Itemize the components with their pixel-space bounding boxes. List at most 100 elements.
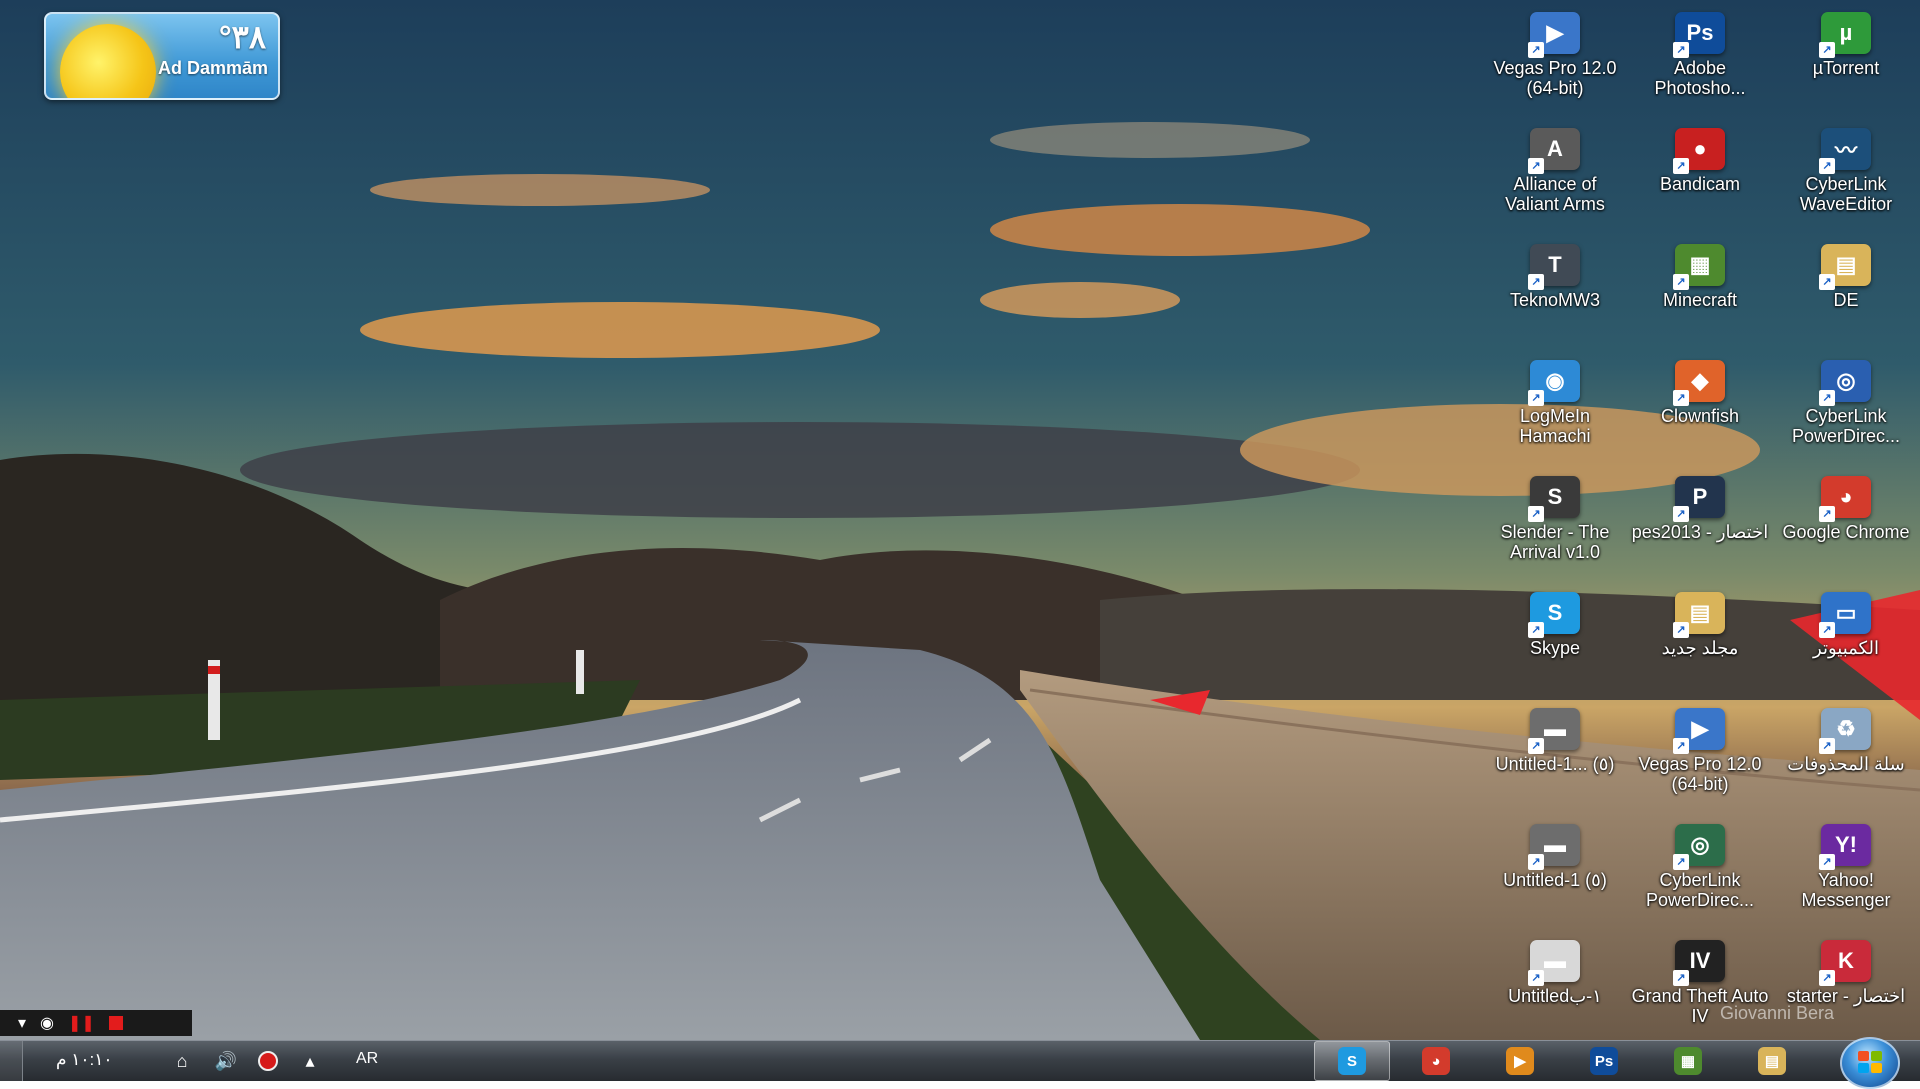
desktop-icon[interactable]: ▭ ↗ الكمبيوتر bbox=[1776, 586, 1916, 696]
bandicam-icon: ● ↗ bbox=[1673, 128, 1725, 174]
desktop-icon[interactable]: S ↗ Slender - The Arrival v1.0 bbox=[1485, 470, 1625, 580]
desktop-icon[interactable]: IV ↗ Grand Theft Auto IV bbox=[1630, 934, 1770, 1044]
taskbar-skype-button[interactable]: S bbox=[1314, 1041, 1390, 1081]
shortcut-arrow-icon: ↗ bbox=[1673, 854, 1689, 870]
desktop-icon-label: CyberLink WaveEditor bbox=[1799, 174, 1893, 214]
shortcut-arrow-icon: ↗ bbox=[1673, 738, 1689, 754]
desktop-icon[interactable]: ◕ ↗ Google Chrome bbox=[1776, 470, 1916, 580]
desktop-icon[interactable]: K ↗ starter - اختصار bbox=[1776, 934, 1916, 1044]
desktop-icon-label: Alliance of Valiant Arms bbox=[1505, 174, 1605, 214]
teknomw3-icon: T ↗ bbox=[1528, 244, 1580, 290]
waveeditor-icon: 〰 ↗ bbox=[1819, 128, 1871, 174]
shortcut-arrow-icon: ↗ bbox=[1673, 970, 1689, 986]
camera-icon[interactable]: ◉ bbox=[40, 1013, 54, 1033]
folder-icon: ▤ ↗ bbox=[1819, 244, 1871, 290]
powerdirector-icon: ◎ ↗ bbox=[1673, 824, 1725, 870]
taskbar-photoshop-button[interactable]: Ps bbox=[1566, 1041, 1642, 1081]
desktop-icon-label: Yahoo! Messenger bbox=[1801, 870, 1891, 910]
desktop-icon-label: Untitled-1 (٥) bbox=[1503, 870, 1607, 890]
shortcut-arrow-icon: ↗ bbox=[1528, 158, 1544, 174]
utorrent-icon: µ ↗ bbox=[1819, 12, 1871, 58]
taskbar-media-player-button[interactable]: ▶ bbox=[1482, 1041, 1558, 1081]
taskbar-minecraft-button[interactable]: ▦ bbox=[1650, 1041, 1726, 1081]
taskbar-chrome-button[interactable]: ◕ bbox=[1398, 1041, 1474, 1081]
desktop-icon[interactable]: ◎ ↗ CyberLink PowerDirec... bbox=[1630, 818, 1770, 928]
desktop-icon[interactable]: ▤ ↗ مجلد جديد bbox=[1630, 586, 1770, 696]
desktop-icon[interactable]: Ps ↗ Adobe Photosho... bbox=[1630, 6, 1770, 116]
shortcut-arrow-icon: ↗ bbox=[1673, 506, 1689, 522]
desktop-icon-label: Skype bbox=[1529, 638, 1581, 658]
language-indicator[interactable]: AR bbox=[356, 1050, 378, 1068]
desktop-icon[interactable]: ▤ ↗ DE bbox=[1776, 238, 1916, 348]
taskbar-explorer-button[interactable]: ▤ bbox=[1734, 1041, 1810, 1081]
desktop-icon[interactable]: A ↗ Alliance of Valiant Arms bbox=[1485, 122, 1625, 232]
explorer-icon: ▤ bbox=[1758, 1047, 1786, 1075]
desktop-icon-label: Slender - The Arrival v1.0 bbox=[1500, 522, 1610, 562]
shortcut-arrow-icon: ↗ bbox=[1819, 506, 1835, 522]
shortcut-arrow-icon: ↗ bbox=[1528, 390, 1544, 406]
desktop-icon[interactable]: ◎ ↗ CyberLink PowerDirec... bbox=[1776, 354, 1916, 464]
desktop-icon-label: Adobe Photosho... bbox=[1654, 58, 1746, 98]
desktop-icon[interactable]: ▬ ↗ Untitled١-ب bbox=[1485, 934, 1625, 1044]
desktop-icon-label: Untitled-1... (٥) bbox=[1495, 754, 1615, 774]
shortcut-arrow-icon: ↗ bbox=[1819, 738, 1835, 754]
desktop-icon[interactable]: P ↗ pes2013 - اختصار bbox=[1630, 470, 1770, 580]
pause-icon[interactable]: ❚❚ bbox=[68, 1013, 95, 1033]
media-player-icon: ▶ bbox=[1506, 1047, 1534, 1075]
shortcut-arrow-icon: ↗ bbox=[1528, 854, 1544, 870]
desktop-icon-label: pes2013 - اختصار bbox=[1631, 522, 1769, 542]
stop-icon[interactable] bbox=[108, 1016, 123, 1030]
desktop-icon[interactable]: ◉ ↗ LogMeIn Hamachi bbox=[1485, 354, 1625, 464]
volume-icon[interactable]: 🔊 bbox=[214, 1049, 238, 1073]
dropdown-icon[interactable]: ▾ bbox=[18, 1013, 26, 1033]
desktop-icon[interactable]: ▶ ↗ Vegas Pro 12.0 (64-bit) bbox=[1485, 6, 1625, 116]
recorder-toolbar: ▾ ◉ ❚❚ bbox=[0, 1010, 192, 1036]
minecraft-icon: ▦ ↗ bbox=[1673, 244, 1725, 290]
desktop-icon-grid: ▶ ↗ Vegas Pro 12.0 (64-bit) Ps ↗ Adobe Photos… bbox=[0, 0, 1920, 1040]
desktop-icon-label: Untitled١-ب bbox=[1508, 986, 1602, 1006]
untitled-file-icon: ▬ ↗ bbox=[1528, 824, 1580, 870]
chrome-icon: ◕ bbox=[1422, 1047, 1450, 1075]
taskbar-clock[interactable]: ١٠:١٠ م bbox=[56, 1050, 113, 1070]
windows-logo-icon bbox=[1858, 1051, 1882, 1073]
vegas-icon: ▶ ↗ bbox=[1528, 12, 1580, 58]
show-desktop-button[interactable] bbox=[0, 1041, 23, 1081]
desktop-icon[interactable]: ▦ ↗ Minecraft bbox=[1630, 238, 1770, 348]
desktop-icon[interactable]: µ ↗ µTorrent bbox=[1776, 6, 1916, 116]
desktop-icon[interactable]: ● ↗ Bandicam bbox=[1630, 122, 1770, 232]
desktop-icon-label: LogMeIn Hamachi bbox=[1519, 406, 1591, 446]
shortcut-arrow-icon: ↗ bbox=[1819, 970, 1835, 986]
shortcut-arrow-icon: ↗ bbox=[1673, 42, 1689, 58]
desktop-icon-label: الكمبيوتر bbox=[1813, 638, 1879, 658]
starter-icon: K ↗ bbox=[1819, 940, 1871, 986]
desktop-icon[interactable]: T ↗ TeknoMW3 bbox=[1485, 238, 1625, 348]
desktop-icon-label: DE bbox=[1833, 290, 1859, 310]
desktop-icon-label: CyberLink PowerDirec... bbox=[1791, 406, 1901, 446]
start-button[interactable] bbox=[1840, 1037, 1900, 1089]
ava-icon: A ↗ bbox=[1528, 128, 1580, 174]
shortcut-arrow-icon: ↗ bbox=[1528, 506, 1544, 522]
shortcut-arrow-icon: ↗ bbox=[1528, 622, 1544, 638]
desktop-icon[interactable]: ◆ ↗ Clownfish bbox=[1630, 354, 1770, 464]
minecraft-icon: ▦ bbox=[1674, 1047, 1702, 1075]
shortcut-arrow-icon: ↗ bbox=[1819, 42, 1835, 58]
desktop-icon[interactable]: ▬ ↗ Untitled-1... (٥) bbox=[1485, 702, 1625, 812]
desktop-icon[interactable]: ♻ ↗ سلة المحذوفات bbox=[1776, 702, 1916, 812]
clownfish-icon: ◆ ↗ bbox=[1673, 360, 1725, 406]
system-tray: ⌂ 🔊 ▴ bbox=[170, 1049, 322, 1073]
desktop-icon[interactable]: S ↗ Skype bbox=[1485, 586, 1625, 696]
bandicam-record-icon[interactable] bbox=[258, 1051, 278, 1071]
show-hidden-icon[interactable]: ▴ bbox=[298, 1049, 322, 1073]
slender-icon: S ↗ bbox=[1528, 476, 1580, 522]
shortcut-arrow-icon: ↗ bbox=[1819, 158, 1835, 174]
shortcut-arrow-icon: ↗ bbox=[1528, 970, 1544, 986]
desktop-icon[interactable]: ▬ ↗ Untitled-1 (٥) bbox=[1485, 818, 1625, 928]
desktop-icon-label: Vegas Pro 12.0 (64-bit) bbox=[1493, 58, 1617, 98]
desktop-icon[interactable]: ▶ ↗ Vegas Pro 12.0 (64-bit) bbox=[1630, 702, 1770, 812]
network-icon[interactable]: ⌂ bbox=[170, 1049, 194, 1073]
yahoo-messenger-icon: Y! ↗ bbox=[1819, 824, 1871, 870]
watermark-text: Giovanni Bera bbox=[1720, 1003, 1835, 1023]
desktop-icon[interactable]: Y! ↗ Yahoo! Messenger bbox=[1776, 818, 1916, 928]
desktop-icon[interactable]: 〰 ↗ CyberLink WaveEditor bbox=[1776, 122, 1916, 232]
shortcut-arrow-icon: ↗ bbox=[1819, 274, 1835, 290]
